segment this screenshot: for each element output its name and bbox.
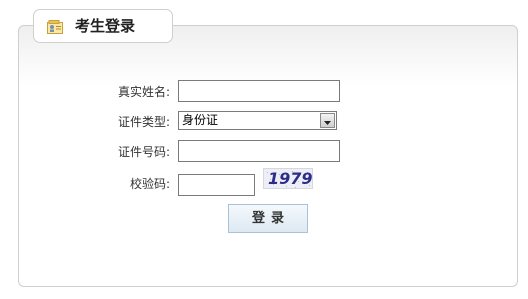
id-number-input[interactable] [178, 140, 340, 162]
id-type-selected-value: 身份证 [182, 113, 219, 127]
captcha-image[interactable]: 1979 [263, 168, 313, 189]
name-label: 真实姓名: [117, 85, 170, 99]
dropdown-arrow-button[interactable] [320, 113, 335, 128]
login-panel-header: 考生登录 [33, 9, 173, 43]
id-card-icon [47, 19, 63, 34]
id-number-label: 证件号码: [117, 145, 170, 159]
login-button[interactable]: 登录 [228, 204, 308, 233]
id-type-select[interactable]: 身份证 [178, 111, 337, 130]
chevron-down-icon [324, 121, 331, 125]
id-type-label: 证件类型: [117, 115, 170, 129]
name-input[interactable] [178, 80, 340, 102]
captcha-input[interactable] [178, 174, 255, 196]
page-title: 考生登录 [75, 17, 136, 35]
captcha-label: 校验码: [129, 177, 170, 191]
captcha-text: 1979 [268, 169, 313, 188]
